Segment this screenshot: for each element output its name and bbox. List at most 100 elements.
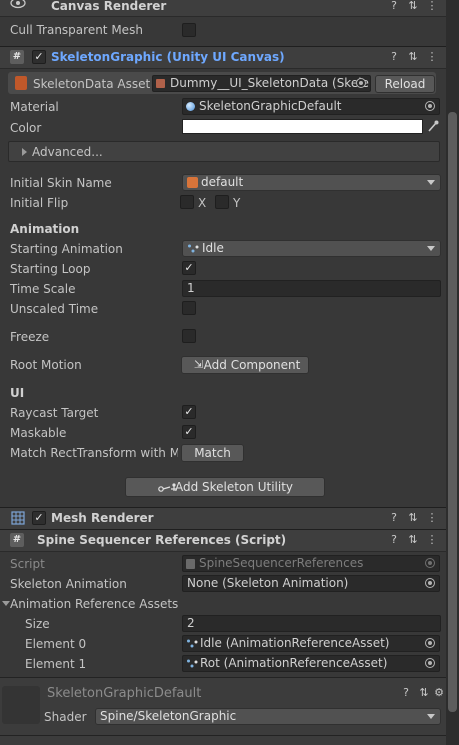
skeleton-animation-value: None (Skeleton Animation) — [187, 576, 349, 590]
skeleton-graphic-header[interactable]: # ✓ SkeletonGraphic (Unity UI Canvas) ? … — [0, 46, 446, 69]
flip-x-checkbox[interactable] — [180, 195, 194, 209]
flip-x-label: X — [198, 196, 207, 210]
material-field[interactable]: SkeletonGraphicDefault — [182, 98, 440, 115]
starting-animation-dropdown[interactable]: Idle — [182, 240, 441, 257]
object-picker-icon — [425, 558, 435, 568]
preset-icon[interactable]: ⇅ — [407, 533, 419, 546]
skeleton-utility-icon — [158, 481, 178, 493]
unscaled-time-label: Unscaled Time — [10, 302, 99, 316]
preset-icon[interactable]: ⇅ — [418, 686, 430, 699]
script-label: Script — [10, 557, 45, 571]
settings-gear-icon[interactable]: ⚙ — [433, 686, 445, 699]
freeze-checkbox[interactable] — [182, 329, 196, 343]
skeleton-data-icon — [156, 79, 165, 88]
canvas-renderer-header[interactable]: Canvas Renderer ? ⇅ ⋮ — [0, 0, 446, 17]
shader-value: Spine/SkeletonGraphic — [100, 709, 237, 723]
time-scale-label: Time Scale — [10, 282, 76, 296]
context-menu-icon[interactable]: ⋮ — [426, 533, 438, 546]
mesh-grid-icon — [11, 511, 25, 525]
match-rect-label: Match RectTransform with Me — [10, 446, 178, 460]
preset-icon[interactable]: ⇅ — [407, 511, 419, 524]
object-picker-icon[interactable] — [425, 578, 435, 588]
help-icon[interactable]: ? — [388, 533, 400, 546]
time-scale-field[interactable]: 1 — [182, 280, 441, 297]
foldout-arrow-icon — [22, 148, 27, 156]
raycast-target-checkbox[interactable]: ✓ — [182, 405, 196, 419]
ui-section-header: UI — [10, 386, 25, 400]
raycast-target-label: Raycast Target — [10, 406, 99, 420]
skeleton-graphic-enabled-checkbox[interactable]: ✓ — [32, 50, 46, 64]
animation-icon — [187, 243, 199, 255]
help-icon[interactable]: ? — [388, 50, 400, 63]
match-button[interactable]: Match — [181, 444, 244, 462]
material-icon — [186, 102, 195, 111]
foldout-arrow-icon[interactable] — [2, 601, 10, 606]
mesh-renderer-header[interactable]: ✓ Mesh Renderer ? ⇅ ⋮ — [0, 507, 446, 530]
initial-flip-label: Initial Flip — [10, 196, 69, 210]
dropdown-arrow-icon — [427, 246, 435, 251]
object-picker-icon[interactable] — [425, 101, 435, 111]
canvas-renderer-title: Canvas Renderer — [51, 0, 167, 13]
flip-y-checkbox[interactable] — [215, 195, 229, 209]
color-swatch[interactable] — [182, 119, 423, 134]
add-component-label: Add Component — [203, 358, 301, 372]
help-icon[interactable]: ? — [388, 0, 400, 12]
skeleton-data-asset-value: Dummy__UI_SkeletonData (Skele — [170, 76, 369, 90]
starting-loop-label: Starting Loop — [10, 262, 91, 276]
cs-script-icon — [186, 559, 195, 569]
skeleton-data-asset-field[interactable]: Dummy__UI_SkeletonData (Skele — [152, 75, 371, 92]
shader-label: Shader — [44, 710, 87, 724]
maskable-label: Maskable — [10, 426, 67, 440]
skeleton-graphic-title: SkeletonGraphic (Unity UI Canvas) — [51, 50, 285, 64]
maskable-checkbox[interactable]: ✓ — [182, 425, 196, 439]
preset-icon[interactable]: ⇅ — [407, 0, 419, 12]
animation-reference-icon — [186, 658, 198, 670]
material-preview-name: SkeletonGraphicDefault — [47, 686, 202, 701]
initial-skin-value: default — [201, 175, 244, 189]
size-label: Size — [25, 617, 50, 631]
add-skeleton-utility-button[interactable]: Add Skeleton Utility — [125, 477, 325, 497]
material-preview-thumbnail — [2, 686, 40, 724]
context-menu-icon[interactable]: ⋮ — [426, 50, 438, 63]
help-icon[interactable]: ? — [388, 511, 400, 524]
size-field[interactable]: 2 — [182, 615, 441, 632]
animation-reference-icon — [186, 638, 198, 650]
script-icon: # — [10, 533, 24, 547]
element-0-field[interactable]: Idle (AnimationReferenceAsset) — [182, 635, 440, 652]
flip-y-label: Y — [233, 196, 241, 210]
object-picker-icon[interactable] — [425, 658, 435, 668]
unscaled-time-checkbox[interactable] — [182, 301, 196, 315]
object-picker-icon[interactable] — [356, 78, 366, 88]
material-label: Material — [10, 100, 59, 114]
spine-icon — [15, 76, 27, 90]
advanced-label: Advanced... — [32, 145, 103, 159]
initial-skin-dropdown[interactable]: default — [182, 174, 441, 191]
context-menu-icon[interactable]: ⋮ — [426, 511, 438, 524]
initial-skin-label: Initial Skin Name — [10, 176, 112, 190]
spine-sequencer-header[interactable]: # Spine Sequencer References (Script) ? … — [0, 529, 446, 552]
skeleton-animation-field[interactable]: None (Skeleton Animation) — [182, 575, 440, 592]
scrollbar-thumb[interactable] — [448, 112, 457, 712]
preset-icon[interactable]: ⇅ — [407, 50, 419, 63]
cull-transparent-mesh-checkbox[interactable] — [182, 23, 196, 37]
add-component-button[interactable]: ⇲ Add Component — [181, 356, 309, 374]
object-picker-icon[interactable] — [425, 638, 435, 648]
element-0-value: Idle (AnimationReferenceAsset) — [200, 636, 390, 650]
starting-animation-label: Starting Animation — [10, 242, 123, 256]
animation-reference-assets-label[interactable]: Animation Reference Assets — [10, 597, 178, 611]
element-1-field[interactable]: Rot (AnimationReferenceAsset) — [182, 655, 440, 672]
help-icon[interactable]: ? — [400, 686, 412, 699]
skeleton-data-asset-label: SkeletonData Asset — [33, 77, 151, 91]
context-menu-icon[interactable]: ⋮ — [426, 0, 438, 12]
eyedropper-icon[interactable] — [427, 119, 439, 133]
animation-section-header: Animation — [10, 222, 80, 236]
skeleton-animation-label: Skeleton Animation — [10, 577, 127, 591]
advanced-foldout[interactable]: Advanced... — [8, 141, 440, 162]
starting-loop-checkbox[interactable]: ✓ — [182, 261, 196, 275]
reload-button[interactable]: Reload — [375, 75, 435, 93]
bottom-separator — [0, 735, 446, 736]
eye-icon — [10, 0, 26, 9]
shader-dropdown[interactable]: Spine/SkeletonGraphic — [95, 708, 441, 725]
spine-sequencer-title: Spine Sequencer References (Script) — [37, 533, 287, 547]
mesh-renderer-enabled-checkbox[interactable]: ✓ — [32, 511, 46, 525]
